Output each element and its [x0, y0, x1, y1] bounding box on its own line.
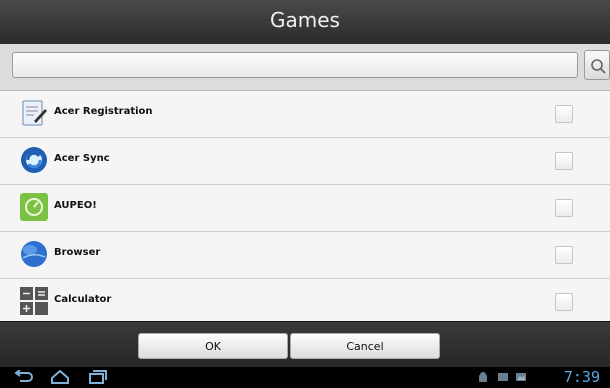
list-item[interactable]: Calculator	[0, 279, 610, 321]
dialog-action-bar: OK Cancel	[0, 321, 610, 368]
app-list: Acer Registration Acer Sync AUPEO! Brows…	[0, 91, 610, 321]
home-icon[interactable]	[50, 370, 70, 384]
search-input[interactable]	[12, 52, 578, 78]
games-dialog: Games Acer Registration Acer Sync AUPEO!…	[0, 0, 610, 388]
search-row	[0, 44, 610, 91]
app-label: Calculator	[54, 294, 112, 305]
search-button[interactable]	[584, 50, 610, 80]
list-item[interactable]: AUPEO!	[0, 185, 610, 232]
clock: 7:39	[563, 368, 600, 386]
notification-icon	[498, 373, 508, 381]
app-label: AUPEO!	[54, 200, 97, 211]
android-icon	[479, 372, 487, 382]
recent-apps-icon[interactable]	[88, 370, 108, 384]
search-icon	[591, 59, 606, 74]
system-bar: 7:39	[0, 367, 610, 388]
app-label: Acer Sync	[54, 153, 110, 164]
dialog-title: Games	[270, 8, 340, 32]
app-label: Browser	[54, 247, 101, 258]
sync-icon	[21, 147, 47, 173]
aupeo-icon	[20, 193, 48, 221]
app-label: Acer Registration	[54, 106, 153, 117]
list-item[interactable]: Browser	[0, 232, 610, 279]
select-checkbox[interactable]	[555, 105, 573, 123]
globe-icon	[21, 241, 47, 267]
calculator-icon	[20, 287, 48, 315]
list-item[interactable]: Acer Registration	[0, 91, 610, 138]
select-checkbox[interactable]	[555, 293, 573, 311]
back-icon[interactable]	[14, 370, 34, 384]
cancel-button[interactable]: Cancel	[290, 333, 440, 359]
select-checkbox[interactable]	[555, 199, 573, 217]
select-checkbox[interactable]	[555, 246, 573, 264]
registration-icon	[22, 100, 47, 126]
select-checkbox[interactable]	[555, 152, 573, 170]
image-icon	[516, 373, 526, 381]
dialog-title-bar: Games	[0, 0, 610, 45]
ok-button[interactable]: OK	[138, 333, 288, 359]
list-item[interactable]: Acer Sync	[0, 138, 610, 185]
